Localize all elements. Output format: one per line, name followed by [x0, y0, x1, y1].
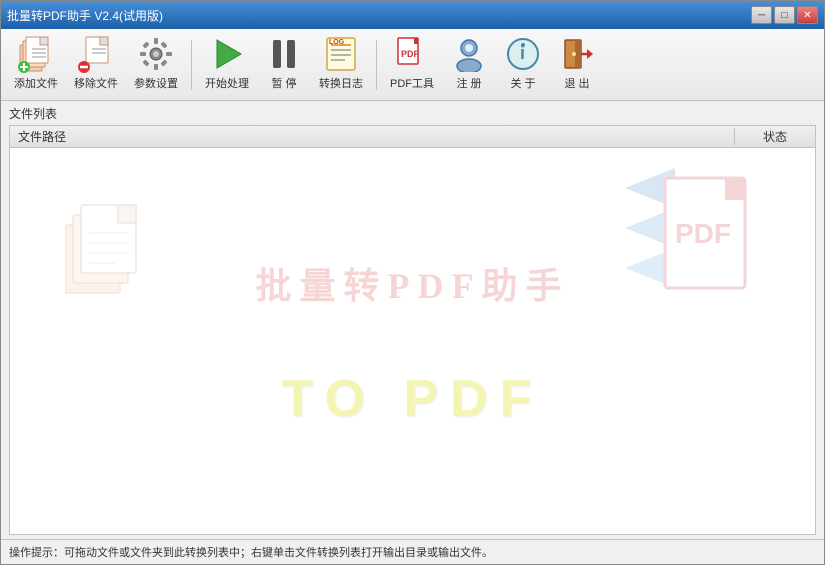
about-label: 关 于	[510, 75, 535, 91]
maximize-button[interactable]: □	[774, 6, 795, 24]
separator-1	[191, 40, 192, 90]
settings-label: 参数设置	[134, 75, 178, 91]
status-bar: 操作提示：可拖动文件或文件夹到此转换列表中；右键单击文件转换列表打开输出目录或输…	[1, 539, 824, 564]
about-button[interactable]: i 关 于	[497, 32, 549, 96]
main-content: 文件列表 文件路径 状态	[1, 101, 824, 539]
log-icon: LOG	[323, 36, 359, 72]
settings-button[interactable]: 参数设置	[127, 32, 185, 96]
window-controls: ─ □ ✕	[751, 6, 818, 24]
pause-icon	[266, 36, 302, 72]
toolbar: 添加文件 移除文件	[1, 29, 824, 101]
main-window: 批量转PDF助手 V2.4(试用版) ─ □ ✕	[0, 0, 825, 565]
register-icon	[451, 36, 487, 72]
pause-label: 暂 停	[271, 75, 296, 91]
pdf-tool-icon: PDF	[394, 36, 430, 72]
minimize-button[interactable]: ─	[751, 6, 772, 24]
about-icon: i	[505, 36, 541, 72]
pause-button[interactable]: 暂 停	[258, 32, 310, 96]
svg-text:LOG: LOG	[329, 39, 345, 46]
file-list-section-title: 文件列表	[9, 105, 816, 122]
exit-label: 退 出	[564, 75, 589, 91]
add-file-button[interactable]: 添加文件	[7, 32, 65, 96]
separator-2	[376, 40, 377, 90]
watermark-pdf-icon: PDF	[625, 168, 755, 311]
add-file-icon	[18, 36, 54, 72]
svg-text:PDF: PDF	[675, 218, 731, 249]
exit-icon	[559, 36, 595, 72]
settings-icon	[138, 36, 174, 72]
file-list-header: 文件路径 状态	[10, 126, 815, 148]
watermark-content: PDF 批量转PDF助手 TO PDF	[10, 148, 815, 534]
watermark-text-bottom: TO PDF	[282, 369, 544, 429]
add-file-label: 添加文件	[14, 75, 58, 91]
watermark-text-top: 批量转PDF助手	[256, 257, 570, 309]
file-list-container[interactable]: 文件路径 状态	[9, 125, 816, 535]
remove-file-icon	[78, 36, 114, 72]
svg-text:PDF: PDF	[401, 49, 420, 59]
start-button[interactable]: 开始处理	[198, 32, 256, 96]
remove-file-button[interactable]: 移除文件	[67, 32, 125, 96]
close-button[interactable]: ✕	[797, 6, 818, 24]
exit-button[interactable]: 退 出	[551, 32, 603, 96]
start-icon	[209, 36, 245, 72]
start-label: 开始处理	[205, 75, 249, 91]
title-bar: 批量转PDF助手 V2.4(试用版) ─ □ ✕	[1, 1, 824, 29]
col-path-header: 文件路径	[10, 128, 735, 145]
watermark-pages-icon	[65, 203, 155, 306]
remove-file-label: 移除文件	[74, 75, 118, 91]
register-button[interactable]: 注 册	[443, 32, 495, 96]
pdf-tool-label: PDF工具	[390, 75, 434, 91]
register-label: 注 册	[456, 75, 481, 91]
watermark-area: PDF 批量转PDF助手 TO PDF	[10, 148, 815, 534]
col-status-header: 状态	[735, 128, 815, 145]
log-button[interactable]: LOG 转换日志	[312, 32, 370, 96]
pdf-tool-button[interactable]: PDF PDF工具	[383, 32, 441, 96]
window-title: 批量转PDF助手 V2.4(试用版)	[7, 7, 163, 24]
status-text: 操作提示：可拖动文件或文件夹到此转换列表中；右键单击文件转换列表打开输出目录或输…	[9, 547, 493, 559]
log-label: 转换日志	[319, 75, 363, 91]
